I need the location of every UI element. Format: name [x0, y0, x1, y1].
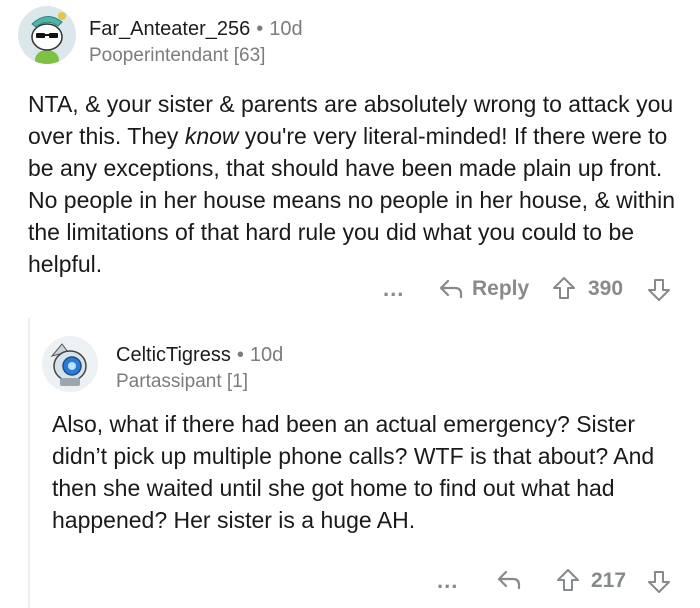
upvote-icon [557, 569, 579, 591]
separator-dot: • [256, 18, 264, 40]
vote-score: 217 [591, 569, 627, 592]
downvote-icon [648, 571, 670, 593]
vote-score: 390 [588, 277, 624, 300]
comment-body: NTA, & your sister & parents are absolut… [28, 88, 678, 280]
emphasis-text: know [184, 123, 239, 149]
snoo-avatar-icon [18, 6, 76, 64]
more-options-button[interactable]: ... [437, 568, 458, 594]
comment-age: 10d [249, 344, 284, 366]
user-flair: Pooperintendant [63] [89, 45, 266, 66]
comment-body: Also, what if there had been an actual e… [52, 411, 655, 533]
username[interactable]: CelticTigress [116, 344, 231, 367]
comment-age: 10d [269, 18, 303, 40]
reply-button[interactable] [496, 569, 522, 591]
reply-button[interactable]: Reply [438, 277, 529, 301]
downvote-button[interactable] [646, 569, 672, 595]
snoo-avatar-icon [42, 336, 98, 392]
reply-icon [439, 279, 463, 299]
more-icon: ... [383, 276, 405, 301]
thread-line[interactable] [28, 318, 30, 608]
more-icon: ... [437, 568, 459, 593]
username[interactable]: Far_Anteater_256 [89, 18, 250, 41]
user-flair: Partassipant [1] [116, 371, 249, 392]
upvote-button[interactable] [551, 275, 577, 301]
more-options-button[interactable]: ... [383, 276, 404, 302]
avatar[interactable] [18, 6, 76, 64]
downvote-icon [648, 279, 670, 301]
separator-dot: • [236, 344, 244, 366]
downvote-button[interactable] [646, 277, 672, 303]
reply-icon [497, 570, 521, 590]
reply-label: Reply [472, 277, 530, 300]
upvote-button[interactable] [555, 567, 581, 593]
upvote-icon [553, 277, 575, 299]
avatar[interactable] [42, 336, 98, 392]
